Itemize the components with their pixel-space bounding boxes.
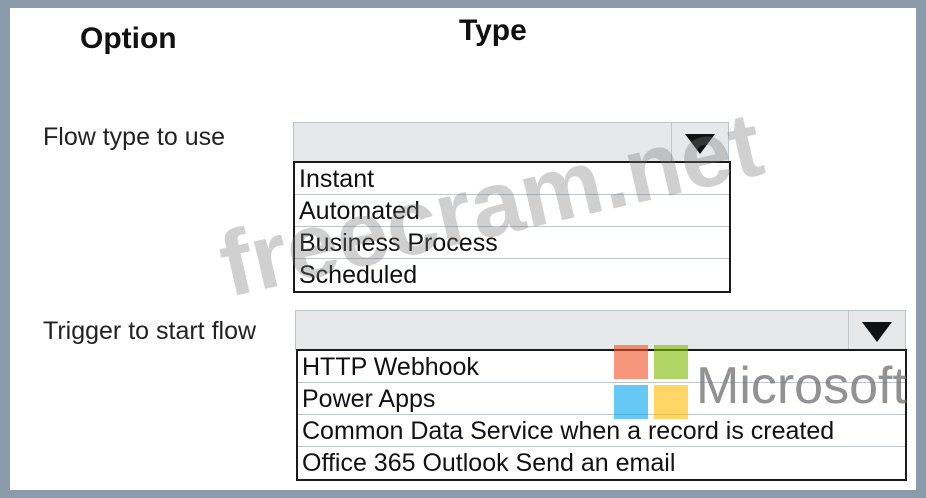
flow-type-option-automated[interactable]: Automated	[295, 195, 729, 227]
microsoft-brand-text: Microsoft	[696, 357, 907, 415]
flow-type-options-list: Instant Automated Business Process Sched…	[293, 161, 731, 293]
chevron-down-icon	[685, 134, 715, 154]
trigger-label: Trigger to start flow	[43, 317, 257, 345]
chevron-down-icon	[862, 322, 892, 342]
trigger-option-cds-record-created[interactable]: Common Data Service when a record is cre…	[298, 415, 905, 447]
logo-square-green	[654, 345, 688, 379]
trigger-dropdown[interactable]	[295, 310, 906, 350]
logo-square-yellow	[654, 385, 688, 419]
option-header: Option	[80, 22, 177, 55]
logo-square-red	[614, 345, 648, 379]
question-panel: Option Type Flow type to use Instant Aut…	[10, 8, 916, 490]
flow-type-label: Flow type to use	[43, 123, 226, 151]
type-header: Type	[459, 14, 527, 47]
logo-square-blue	[614, 385, 648, 419]
flow-type-option-instant[interactable]: Instant	[295, 163, 729, 195]
trigger-dropdown-arrow[interactable]	[848, 311, 905, 349]
trigger-option-outlook-send-email[interactable]: Office 365 Outlook Send an email	[298, 447, 905, 479]
microsoft-logo-icon	[614, 345, 690, 421]
flow-type-dropdown[interactable]	[293, 122, 729, 162]
flow-type-dropdown-arrow[interactable]	[671, 123, 728, 161]
flow-type-option-business-process[interactable]: Business Process	[295, 227, 729, 259]
flow-type-option-scheduled[interactable]: Scheduled	[295, 259, 729, 291]
